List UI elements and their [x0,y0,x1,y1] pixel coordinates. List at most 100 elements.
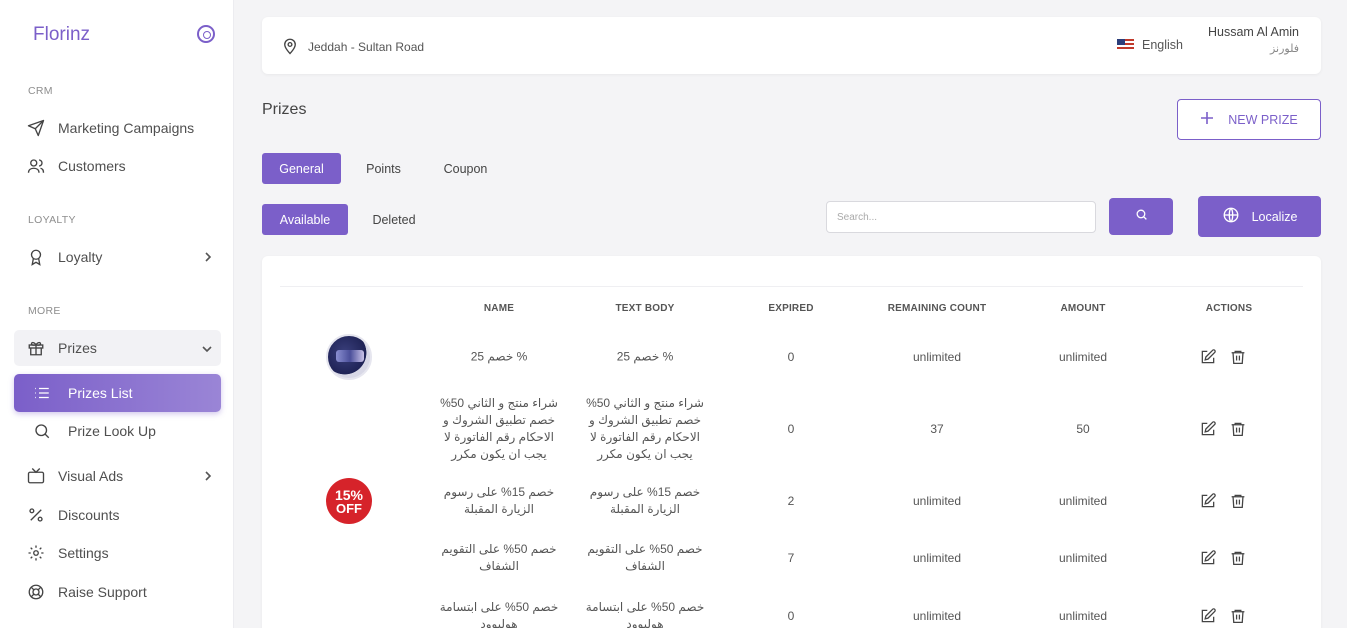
sidebar-item-prizes-list[interactable]: Prizes List [14,374,221,412]
tv-icon [26,466,46,486]
column-header-actions: ACTIONS [1205,303,1253,314]
trash-icon[interactable] [1230,493,1247,510]
cell-expired: 7 [787,551,795,565]
edit-icon[interactable] [1200,550,1217,567]
column-header-text-body: TEXT BODY [615,303,675,314]
cell-text-body: شراء منتج و الثاني 50% خصم تطبيق الشروك … [586,396,704,461]
cell-remaining: unlimited [912,609,962,623]
top-bar: Jeddah - Sultan Road English Hussam Al A… [262,17,1321,74]
cell-name: % خصم 25 [470,349,528,364]
sidebar-item-label: Prizes List [68,385,133,401]
column-header-amount: AMOUNT [1060,303,1106,314]
trash-icon[interactable] [1230,608,1247,625]
award-icon [26,247,46,267]
chevron-down-icon [201,341,213,357]
section-label-crm: CRM [28,85,53,97]
badge-line-1: 15% [334,486,364,503]
chevron-right-icon [203,250,213,266]
user-subtitle: فلورنز [1269,43,1299,55]
cell-text-body: خصم 50% على التقويم الشفاف [587,542,703,573]
sidebar-item-label: Prize Look Up [68,423,156,439]
cell-amount: unlimited [1058,350,1108,364]
us-flag-icon [1117,39,1134,51]
user-name[interactable]: Hussam Al Amin [1208,25,1299,39]
location-label[interactable]: Jeddah - Sultan Road [308,40,424,54]
cell-remaining: 37 [930,422,944,436]
filter-deleted[interactable]: Deleted [360,204,428,235]
gift-icon [26,338,46,358]
edit-icon[interactable] [1200,349,1217,366]
sidebar-item-loyalty[interactable]: Loyalty [14,239,221,275]
cell-expired: 2 [787,494,795,508]
cell-expired: 0 [787,350,795,364]
edit-icon[interactable] [1200,493,1217,510]
trash-icon[interactable] [1230,550,1247,567]
new-prize-button[interactable]: NEW PRIZE [1177,99,1321,140]
cell-text-body: % خصم 25 [616,349,674,364]
sidebar-item-label: Prizes [58,340,97,356]
sidebar-item-raise-support[interactable]: Raise Support [14,574,221,610]
cell-expired: 0 [787,422,795,436]
sidebar: Florinz CRM Marketing Campaigns Customer… [0,0,234,628]
lifebuoy-icon [26,582,46,602]
filter-available[interactable]: Available [262,204,348,235]
tab-general[interactable]: General [262,153,341,184]
sidebar-item-label: Customers [58,158,126,174]
cell-expired: 0 [787,609,795,623]
sidebar-item-label: Visual Ads [58,468,124,484]
cell-remaining: unlimited [912,551,962,565]
language-selector[interactable]: English [1117,38,1183,52]
localize-button[interactable]: Localize [1198,196,1321,237]
section-label-more: MORE [28,305,61,317]
sidebar-item-label: Loyalty [58,249,103,265]
cell-name: خصم 50% على التقويم الشفاف [441,542,557,573]
cell-text-body: خصم 50% على ابتسامة هوليوود [585,600,705,628]
sidebar-item-settings[interactable]: Settings [14,535,221,571]
sidebar-item-customers[interactable]: Customers [14,148,221,184]
sidebar-item-label: Discounts [58,507,120,523]
gear-icon [26,543,46,563]
sidebar-toggle-icon[interactable] [197,25,215,43]
column-header-name: NAME [483,303,515,314]
sidebar-item-discounts[interactable]: Discounts [14,497,221,533]
globe-icon [1222,206,1240,227]
sidebar-item-prize-look-up[interactable]: Prize Look Up [14,413,221,449]
search-input[interactable] [826,201,1096,233]
cell-name: خصم 15% على رسوم الزيارة المقبلة [443,485,555,516]
new-prize-label: NEW PRIZE [1228,112,1298,127]
sidebar-item-marketing-campaigns[interactable]: Marketing Campaigns [14,110,221,146]
page-title: Prizes [262,101,307,118]
trash-icon[interactable] [1230,421,1247,438]
sidebar-item-visual-ads[interactable]: Visual Ads [14,458,221,494]
column-header-expired: EXPIRED [768,303,814,314]
prize-image [326,334,372,380]
cell-text-body: خصم 15% على رسوم الزيارة المقبلة [589,485,701,516]
percent-icon [26,505,46,525]
send-icon [26,118,46,138]
localize-label: Localize [1251,209,1298,224]
edit-icon[interactable] [1200,608,1217,625]
edit-icon[interactable] [1200,421,1217,438]
tab-coupon[interactable]: Coupon [432,153,499,184]
list-icon [32,383,52,403]
cell-amount: unlimited [1058,609,1108,623]
search-button[interactable] [1109,198,1173,235]
sidebar-item-prizes[interactable]: Prizes [14,330,221,366]
trash-icon[interactable] [1230,349,1247,366]
column-header-remaining-count: REMAINING COUNT [887,303,987,314]
chevron-right-icon [203,469,213,485]
sidebar-item-label: Settings [58,545,109,561]
users-icon [26,156,46,176]
prizes-table-card: NAME TEXT BODY EXPIRED REMAINING COUNT A… [262,256,1321,628]
tab-points[interactable]: Points [355,153,412,184]
card-divider [280,286,1303,287]
cell-name: خصم 50% على ابتسامة هوليوود [439,600,559,628]
cell-amount: unlimited [1058,494,1108,508]
sidebar-item-label: Raise Support [58,584,147,600]
search-icon [32,421,52,441]
prize-image-15-off: 15% OFF [326,478,372,524]
plus-icon [1200,111,1214,128]
brand-logo[interactable]: Florinz [33,24,90,46]
location-pin-icon [281,36,299,61]
search-icon [1135,208,1148,226]
